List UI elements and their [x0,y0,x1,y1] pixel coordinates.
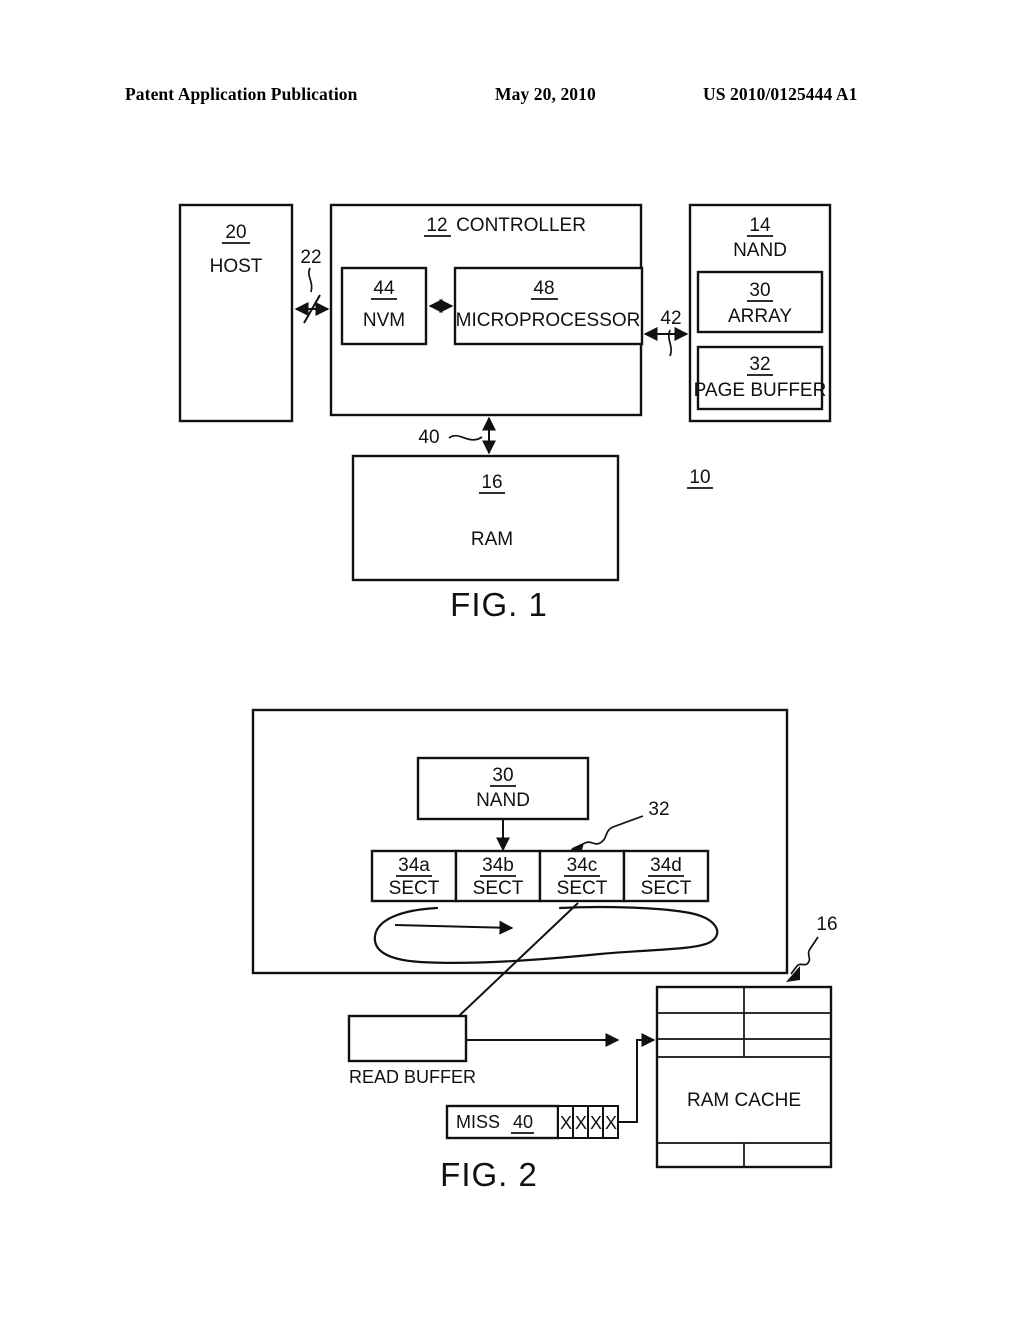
fig1-connector-22-label: 22 [300,247,321,268]
fig1-leader-40 [448,434,483,441]
fig2-sector-row: 34a SECT 34b SECT 34c SECT 34d SECT [370,849,710,903]
fig1-microprocessor-ref: 48 [533,278,554,299]
fig1-microprocessor-label: MICROPROCESSOR [456,310,641,331]
fig2-ram-cache-label: RAM CACHE [687,1090,801,1111]
fig1-nvm-block: 44 NVM [340,266,428,346]
fig2-sector-cell: 34b SECT [454,849,542,903]
fig1-connector-42-label: 42 [660,308,681,329]
fig2-nand-block: 30 NAND [416,756,590,821]
svg-text:16: 16 [816,914,837,935]
fig2-miss-ref: 40 [513,1112,533,1132]
fig1-controller-label: CONTROLLER [456,215,586,236]
fig1-leader-22 [308,267,313,293]
fig1-ram-block: 16 RAM [351,454,620,582]
fig2-sector-label: SECT [389,878,440,899]
fig1-controller-block: 12 CONTROLLER 44 NVM 48 MICROPROCESSOR [329,203,644,417]
fig1-page-buffer-label: PAGE BUFFER [694,380,827,401]
fig2-sector-label: SECT [641,878,692,899]
fig1-page-buffer-block: 32 PAGE BUFFER [694,345,827,411]
fig2-sector-cell: 34d SECT [622,849,710,903]
fig1-nand-ref: 14 [749,215,771,236]
fig1-ram-label: RAM [471,529,513,550]
fig1-connector-40-label: 40 [418,427,439,448]
fig2-sector-ref: 34c [567,855,598,876]
fig2-read-buffer-label: READ BUFFER [349,1067,476,1087]
fig1-host-block: 20 HOST [178,203,294,423]
fig1-connector-40: 40 [418,416,496,455]
fig1-host-ref: 20 [225,222,246,243]
fig2-nand-ref: 30 [492,765,513,786]
fig2-sector-label: SECT [473,878,524,899]
fig2-miss-cell: X [575,1113,587,1133]
svg-text:10: 10 [689,467,710,488]
fig2-sector-label: SECT [557,878,608,899]
figure-1: 20 HOST 12 CONTROLLER 44 NVM 48 MICROPRO [178,203,832,623]
fig2-miss-cell: X [560,1113,572,1133]
fig2-read-buffer: READ BUFFER [347,1014,476,1087]
fig1-connector-42: 42 [643,308,689,357]
fig2-miss-cells: X X X X [557,1105,619,1139]
fig2-sector-cell: 34c SECT [538,849,626,903]
fig2-miss-cell: X [590,1113,602,1133]
fig1-nvm-label: NVM [363,310,405,331]
figure-2: 30 NAND 32 34a SECT 34b SECT 34c SECT 34… [251,708,838,1193]
fig2-miss-bar: MISS 40 X X X X [445,1104,619,1140]
fig1-nand-block: 14 NAND 30 ARRAY 32 PAGE BUFFER [688,203,832,423]
fig2-miss-label: MISS [456,1112,500,1132]
fig1-controller-ref: 12 [426,215,447,236]
fig1-connector-22: 22 [294,247,330,324]
fig1-nvm-ref: 44 [373,278,395,299]
fig1-ram-ref: 16 [481,472,502,493]
fig2-ram-ref: 16 [786,914,838,982]
fig2-miss-cell: X [605,1113,617,1133]
figure-2-caption: FIG. 2 [440,1156,538,1193]
fig1-page-buffer-ref: 32 [749,354,770,375]
fig2-sector-ref: 34a [398,855,430,876]
fig2-page-buffer-container [251,708,789,975]
fig1-array-ref: 30 [749,280,770,301]
fig2-sector-cell: 34a SECT [370,849,458,903]
svg-text:32: 32 [648,799,669,820]
fig1-nand-label: NAND [733,240,787,261]
fig1-array-block: 30 ARRAY [696,270,824,334]
fig2-sector-ref: 34b [482,855,514,876]
fig2-ram-cache: RAM CACHE [655,985,833,1169]
fig2-nand-label: NAND [476,790,530,811]
fig2-sector-ref: 34d [650,855,682,876]
fig1-system-ref: 10 [687,467,713,489]
figure-1-caption: FIG. 1 [450,586,548,623]
fig2-miss-to-cache-arrow [618,1033,656,1123]
patent-drawing-sheet: 20 HOST 12 CONTROLLER 44 NVM 48 MICROPRO [178,203,838,1193]
fig1-host-label: HOST [210,256,263,277]
fig1-microprocessor-block: 48 MICROPROCESSOR [453,266,644,346]
fig1-array-label: ARRAY [728,306,792,327]
